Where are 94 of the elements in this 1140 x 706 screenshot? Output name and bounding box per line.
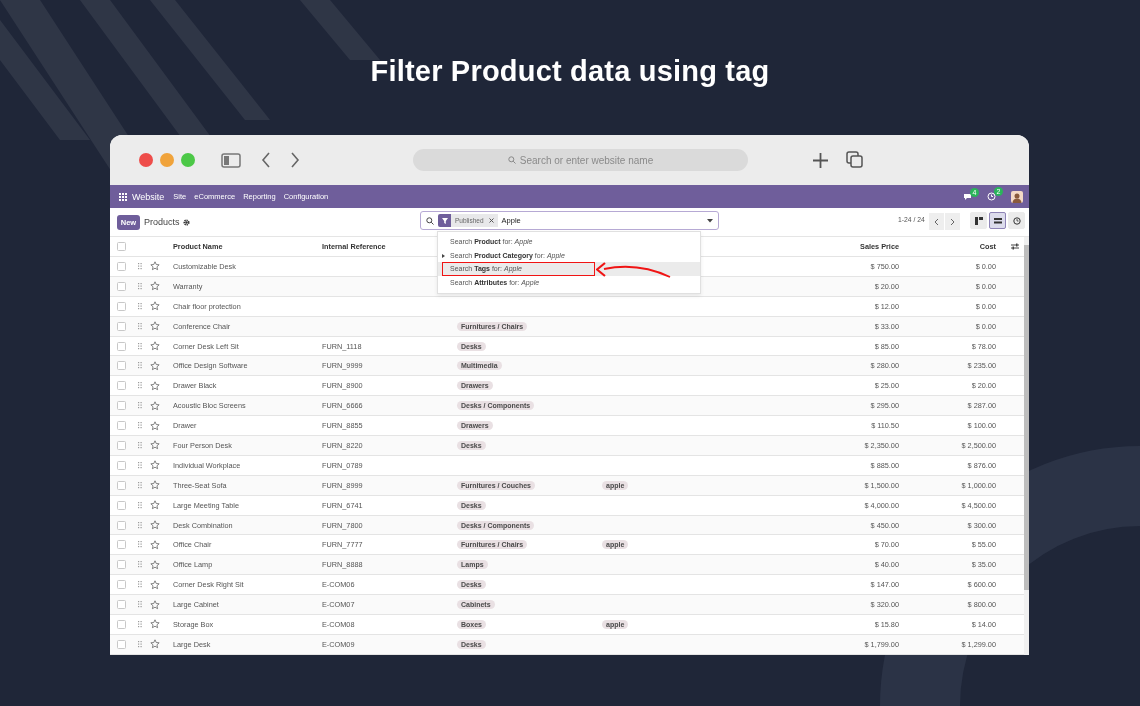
address-placeholder: Search or enter website name <box>519 154 654 166</box>
view-button[interactable] <box>989 212 1006 229</box>
clock-icon <box>1012 216 1021 225</box>
checkbox[interactable] <box>117 460 126 470</box>
checkbox[interactable] <box>117 619 126 629</box>
star-icon[interactable] <box>149 480 160 491</box>
page-title: Filter Product data using tag <box>370 55 770 89</box>
drag-handle-icon[interactable] <box>137 422 142 430</box>
search-icon <box>507 156 516 164</box>
checkbox[interactable] <box>117 301 126 311</box>
drag-handle-icon[interactable] <box>137 581 142 589</box>
drag-handle-icon[interactable] <box>137 541 142 549</box>
filter-icon <box>438 214 451 227</box>
app-name[interactable]: Website <box>132 191 165 202</box>
maximize-icon[interactable] <box>181 153 195 167</box>
star-icon[interactable] <box>149 440 160 451</box>
checkbox[interactable] <box>117 500 126 510</box>
star-icon[interactable] <box>149 301 160 312</box>
drag-handle-icon[interactable] <box>137 262 142 270</box>
star-icon[interactable] <box>149 281 160 292</box>
search-icon <box>426 216 434 225</box>
drag-handle-icon[interactable] <box>137 382 142 390</box>
drag-handle-icon[interactable] <box>137 282 142 290</box>
checkbox[interactable] <box>117 381 126 391</box>
drag-handle-icon[interactable] <box>137 481 142 489</box>
checkbox[interactable] <box>117 520 126 530</box>
checkbox[interactable] <box>117 242 126 251</box>
forward-icon[interactable] <box>290 152 300 168</box>
star-icon[interactable] <box>149 460 160 471</box>
drag-handle-icon[interactable] <box>137 521 142 529</box>
caret-icon[interactable] <box>707 218 713 223</box>
star-icon[interactable] <box>149 559 160 570</box>
breadcrumb: Products <box>144 217 180 227</box>
drag-handle-icon[interactable] <box>137 302 142 310</box>
list-icon <box>993 217 1002 224</box>
star-icon[interactable] <box>149 400 160 411</box>
drag-handle-icon[interactable] <box>137 601 142 609</box>
sidebar-icon[interactable] <box>221 152 241 168</box>
star-icon[interactable] <box>149 619 160 630</box>
next-button[interactable] <box>945 213 960 230</box>
copy-icon[interactable] <box>846 151 864 169</box>
apps-icon[interactable] <box>119 192 127 201</box>
star-icon[interactable] <box>149 539 160 550</box>
chat-icon[interactable] <box>963 192 972 201</box>
star-icon[interactable] <box>149 321 160 332</box>
star-icon[interactable] <box>149 420 160 431</box>
close-icon[interactable] <box>139 153 153 167</box>
drag-handle-icon[interactable] <box>137 362 142 370</box>
gear-icon[interactable] <box>182 218 190 226</box>
chevron-right-icon <box>950 217 955 226</box>
checkbox[interactable] <box>117 580 126 590</box>
star-icon[interactable] <box>149 599 160 610</box>
drag-handle-icon[interactable] <box>137 402 142 410</box>
avatar-icon[interactable] <box>1011 190 1023 203</box>
star-icon[interactable] <box>149 500 160 511</box>
star-icon[interactable] <box>149 261 160 272</box>
checkbox[interactable] <box>117 440 126 450</box>
star-icon[interactable] <box>149 341 160 351</box>
drag-handle-icon[interactable] <box>137 342 142 350</box>
drag-handle-icon[interactable] <box>137 640 142 648</box>
plus-icon[interactable] <box>812 151 829 169</box>
checkbox[interactable] <box>117 480 126 490</box>
sliders-icon[interactable] <box>1010 243 1019 250</box>
chevron-left-icon <box>934 217 939 226</box>
clock-icon[interactable] <box>987 192 996 201</box>
star-icon[interactable] <box>149 639 160 650</box>
checkbox[interactable] <box>117 401 126 411</box>
drag-handle-icon[interactable] <box>137 561 142 569</box>
checkbox[interactable] <box>117 361 126 371</box>
kanban-icon <box>974 216 983 225</box>
caret-icon[interactable] <box>442 253 445 258</box>
checkbox[interactable] <box>117 321 126 331</box>
checkbox[interactable] <box>117 560 126 570</box>
checkbox[interactable] <box>117 261 126 271</box>
checkbox[interactable] <box>117 341 126 351</box>
previous-button[interactable] <box>929 213 944 230</box>
back-icon[interactable] <box>261 152 271 168</box>
drag-handle-icon[interactable] <box>137 501 142 509</box>
star-icon[interactable] <box>149 520 160 530</box>
checkbox[interactable] <box>117 281 126 291</box>
scrollbar[interactable] <box>1024 237 1029 655</box>
checkbox[interactable] <box>117 540 126 550</box>
drag-handle-icon[interactable] <box>137 461 142 469</box>
star-icon[interactable] <box>149 380 160 391</box>
drag-handle-icon[interactable] <box>137 620 142 628</box>
checkbox[interactable] <box>117 600 126 610</box>
checkbox[interactable] <box>117 639 126 649</box>
star-icon[interactable] <box>149 579 160 590</box>
checkbox[interactable] <box>117 421 126 431</box>
drag-handle-icon[interactable] <box>137 322 142 330</box>
minimize-icon[interactable] <box>160 153 174 167</box>
drag-handle-icon[interactable] <box>137 441 142 449</box>
star-icon[interactable] <box>149 360 160 371</box>
remove-icon[interactable] <box>488 218 494 223</box>
